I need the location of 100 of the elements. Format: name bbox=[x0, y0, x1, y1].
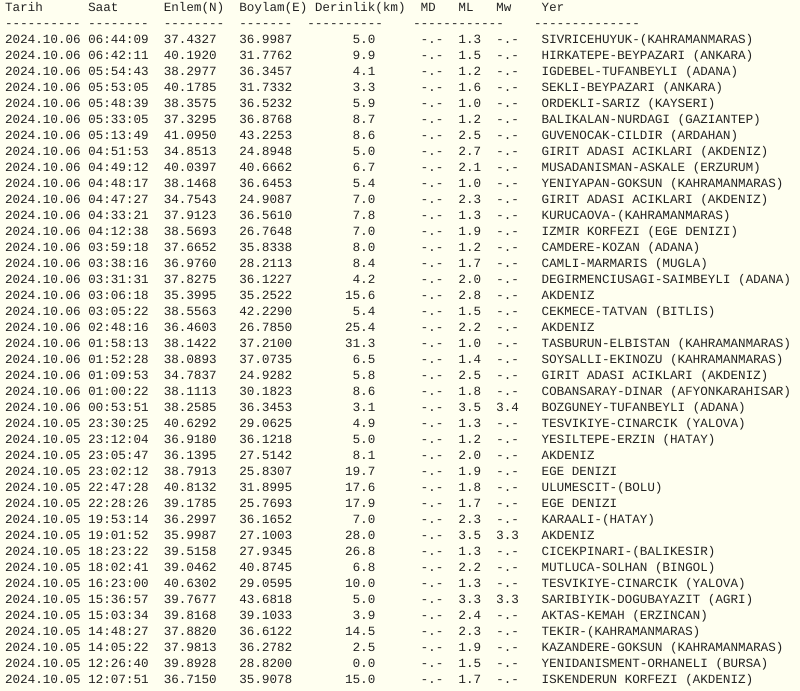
longitude-cell: 40.8745 bbox=[239, 561, 292, 575]
time-cell: 16:23:00 bbox=[88, 577, 149, 591]
md-cell: -.- bbox=[420, 337, 444, 351]
depth-cell: 0.0 bbox=[352, 657, 376, 671]
ml-cell: 1.3 bbox=[458, 577, 482, 591]
latitude-cell: 38.5563 bbox=[164, 305, 217, 319]
md-cell: -.- bbox=[420, 433, 444, 447]
md-cell: -.- bbox=[420, 273, 444, 287]
time-cell: 19:53:14 bbox=[88, 513, 149, 527]
location-cell: YESILTEPE-ERZIN (HATAY) bbox=[542, 433, 716, 447]
md-cell: -.- bbox=[420, 385, 444, 399]
depth-cell: 4.2 bbox=[352, 273, 376, 287]
latitude-cell: 38.7913 bbox=[164, 465, 217, 479]
latitude-cell: 37.3295 bbox=[164, 113, 217, 127]
date-cell: 2024.10.06 bbox=[5, 193, 81, 207]
date-cell: 2024.10.06 bbox=[5, 209, 81, 223]
ml-cell: 2.0 bbox=[458, 273, 482, 287]
date-cell: 2024.10.06 bbox=[5, 321, 81, 335]
md-cell: -.- bbox=[420, 561, 444, 575]
mw-cell: -.- bbox=[496, 625, 519, 639]
mw-cell: 3.3 bbox=[496, 529, 519, 543]
time-cell: 01:09:53 bbox=[88, 369, 149, 383]
depth-cell: 26.8 bbox=[345, 545, 376, 559]
longitude-cell: 36.3457 bbox=[239, 65, 292, 79]
md-cell: -.- bbox=[420, 641, 444, 655]
md-cell: -.- bbox=[420, 513, 444, 527]
time-cell: 01:52:28 bbox=[88, 353, 149, 367]
latitude-cell: 37.9813 bbox=[164, 641, 217, 655]
header-rule: ------- bbox=[239, 17, 292, 31]
time-cell: 04:51:53 bbox=[88, 145, 149, 159]
date-cell: 2024.10.05 bbox=[5, 417, 81, 431]
mw-cell: -.- bbox=[496, 561, 519, 575]
time-cell: 15:03:34 bbox=[88, 609, 149, 623]
depth-cell: 7.0 bbox=[352, 513, 376, 527]
md-cell: -.- bbox=[420, 657, 444, 671]
time-cell: 23:02:12 bbox=[88, 465, 149, 479]
location-cell: TESVIKIYE-CINARCIK (YALOVA) bbox=[542, 417, 746, 431]
latitude-cell: 37.6652 bbox=[164, 241, 217, 255]
date-cell: 2024.10.06 bbox=[5, 65, 81, 79]
longitude-cell: 35.2522 bbox=[239, 289, 292, 303]
location-cell: BOZGUNEY-TUFANBEYLI (ADANA) bbox=[542, 401, 746, 415]
mw-cell: -.- bbox=[496, 65, 519, 79]
location-cell: KARAALI-(HATAY) bbox=[542, 513, 655, 527]
depth-cell: 2.5 bbox=[352, 641, 376, 655]
md-cell: -.- bbox=[420, 49, 444, 63]
latitude-cell: 40.6302 bbox=[164, 577, 217, 591]
md-cell: -.- bbox=[420, 65, 444, 79]
longitude-cell: 39.1033 bbox=[239, 609, 292, 623]
mw-cell: -.- bbox=[496, 641, 519, 655]
longitude-cell: 36.6122 bbox=[239, 625, 292, 639]
md-cell: -.- bbox=[420, 33, 444, 47]
md-cell: -.- bbox=[420, 593, 444, 607]
latitude-cell: 35.9987 bbox=[164, 529, 217, 543]
ml-cell: 1.4 bbox=[458, 353, 482, 367]
location-cell: SIVRICEHUYUK-(KAHRAMANMARAS) bbox=[542, 33, 754, 47]
latitude-cell: 40.8132 bbox=[164, 481, 217, 495]
time-cell: 18:02:41 bbox=[88, 561, 149, 575]
depth-cell: 9.9 bbox=[352, 49, 376, 63]
mw-cell: -.- bbox=[496, 97, 519, 111]
latitude-cell: 40.1785 bbox=[164, 81, 217, 95]
column-header: Tarih bbox=[5, 0, 44, 16]
ml-cell: 1.2 bbox=[458, 113, 482, 127]
latitude-cell: 38.1422 bbox=[164, 337, 217, 351]
mw-cell: -.- bbox=[496, 449, 519, 463]
ml-cell: 1.0 bbox=[458, 337, 482, 351]
date-cell: 2024.10.05 bbox=[5, 625, 81, 639]
depth-cell: 8.6 bbox=[352, 385, 376, 399]
depth-cell: 5.8 bbox=[352, 369, 376, 383]
location-cell: YENIDANISMENT-ORHANELI (BURSA) bbox=[542, 657, 768, 671]
mw-cell: 3.4 bbox=[496, 401, 519, 415]
ml-cell: 2.0 bbox=[458, 449, 482, 463]
latitude-cell: 39.8928 bbox=[164, 657, 217, 671]
mw-cell: -.- bbox=[496, 497, 519, 511]
md-cell: -.- bbox=[420, 497, 444, 511]
latitude-cell: 36.4603 bbox=[164, 321, 217, 335]
ml-cell: 1.5 bbox=[458, 305, 482, 319]
md-cell: -.- bbox=[420, 305, 444, 319]
longitude-cell: 42.2290 bbox=[239, 305, 292, 319]
md-cell: -.- bbox=[420, 177, 444, 191]
depth-cell: 25.4 bbox=[345, 321, 376, 335]
depth-cell: 7.0 bbox=[352, 225, 376, 239]
mw-cell: -.- bbox=[496, 465, 519, 479]
longitude-cell: 36.9987 bbox=[239, 33, 292, 47]
depth-cell: 8.6 bbox=[352, 129, 376, 143]
depth-cell: 5.4 bbox=[352, 177, 376, 191]
depth-cell: 5.0 bbox=[352, 33, 376, 47]
ml-cell: 1.3 bbox=[458, 545, 482, 559]
date-cell: 2024.10.06 bbox=[5, 81, 81, 95]
mw-cell: -.- bbox=[496, 113, 519, 127]
mw-cell: -.- bbox=[496, 353, 519, 367]
longitude-cell: 25.8307 bbox=[239, 465, 292, 479]
depth-cell: 10.0 bbox=[345, 577, 376, 591]
latitude-cell: 37.8820 bbox=[164, 625, 217, 639]
longitude-cell: 29.0625 bbox=[239, 417, 292, 431]
date-cell: 2024.10.06 bbox=[5, 369, 81, 383]
md-cell: -.- bbox=[420, 545, 444, 559]
longitude-cell: 36.1652 bbox=[239, 513, 292, 527]
date-cell: 2024.10.05 bbox=[5, 657, 81, 671]
date-cell: 2024.10.05 bbox=[5, 561, 81, 575]
time-cell: 06:42:11 bbox=[88, 49, 149, 63]
